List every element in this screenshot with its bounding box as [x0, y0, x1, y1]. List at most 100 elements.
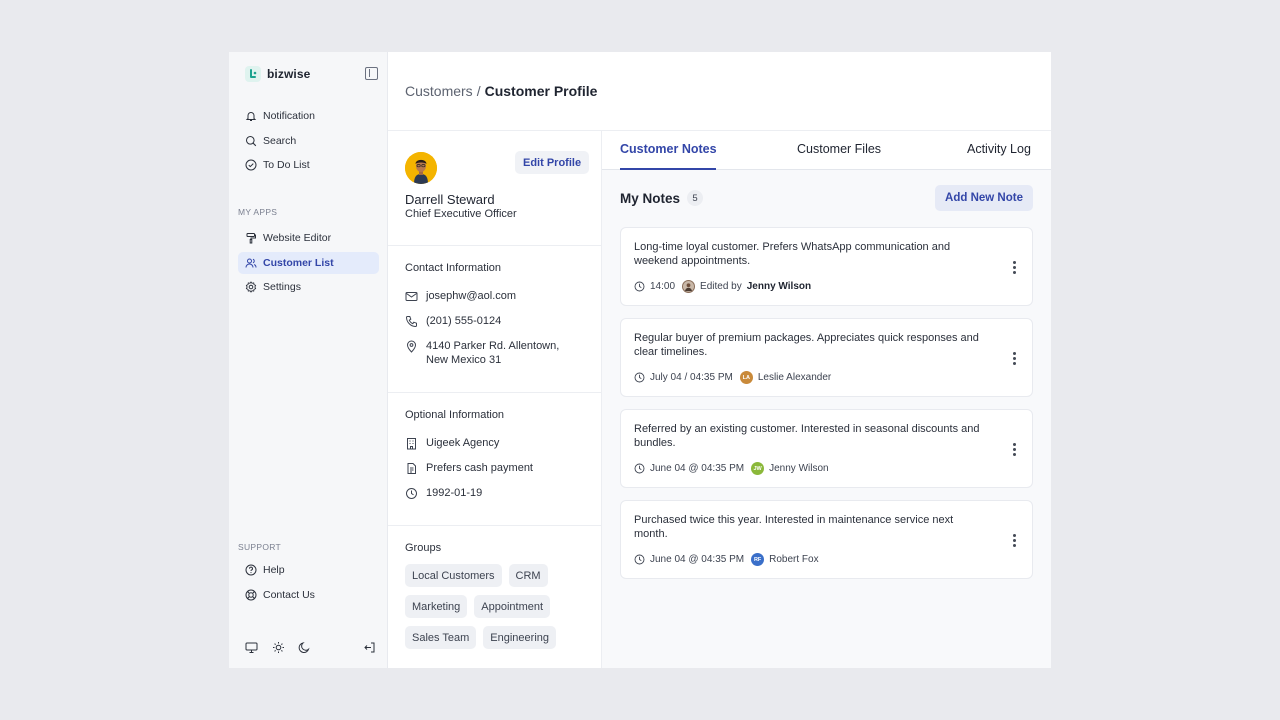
building-icon: [407, 438, 416, 450]
customer-name: Darrell Steward: [405, 192, 495, 207]
group-tag[interactable]: CRM: [508, 564, 548, 587]
notes-count-badge: 5: [687, 190, 704, 206]
group-tag[interactable]: Sales Team: [405, 626, 477, 649]
group-tag[interactable]: Appointment: [474, 595, 551, 618]
brand[interactable]: bizwise: [245, 66, 310, 82]
paint-roller-icon: [246, 233, 256, 244]
sidebar-item-website-editor[interactable]: Website Editor: [238, 227, 379, 249]
edit-profile-button[interactable]: Edit Profile: [515, 151, 590, 174]
avatar: [405, 152, 437, 184]
note-time: June 04 @ 04:35 PM: [650, 554, 745, 565]
address-row: 4140 Parker Rd. Allentown, New Mexico 31: [405, 339, 590, 367]
note-card: Referred by an existing customer. Intere…: [620, 409, 1033, 488]
theme-controls: [245, 641, 377, 655]
tab-activity-log[interactable]: Activity Log: [967, 142, 1031, 156]
sidebar-item-customer-list[interactable]: Customer List: [238, 251, 379, 274]
support-nav: Help Contact Us: [238, 559, 379, 608]
note-author: Leslie Alexander: [757, 372, 832, 383]
note-text: Referred by an existing customer. Intere…: [634, 423, 980, 449]
logout-icon[interactable]: [363, 641, 376, 654]
more-options-icon[interactable]: [1012, 443, 1016, 457]
profile-content: Edit Profile Darrell Steward Chief Execu…: [388, 131, 1051, 668]
moon-icon[interactable]: [298, 641, 311, 654]
divider: [388, 245, 602, 246]
sidebar-item-label: To Do List: [263, 159, 310, 172]
clock-icon: [634, 463, 645, 474]
clock-icon: [406, 488, 417, 499]
email-value: josephw@aol.com: [426, 290, 517, 302]
note-meta: 14:00 Edited by Jenny Wilson: [634, 280, 811, 293]
group-tag[interactable]: Local Customers: [405, 564, 502, 587]
note-time: July 04 / 04:35 PM: [650, 372, 733, 383]
avatar: JW: [751, 462, 765, 475]
tab-customer-notes[interactable]: Customer Notes: [620, 142, 717, 156]
apps-nav: Website Editor Customer List Settings: [238, 227, 379, 301]
more-options-icon[interactable]: [1012, 534, 1016, 548]
map-pin-icon: [406, 340, 417, 353]
sidebar-item-label: Website Editor: [263, 232, 332, 244]
birthday-row: 1992-01-19: [405, 486, 590, 500]
note-card: Purchased twice this year. Interested in…: [620, 500, 1033, 579]
tab-bar: Customer Notes Customer Files Activity L…: [602, 131, 1051, 170]
sidebar-item-label: Help: [263, 564, 285, 576]
group-tag[interactable]: Marketing: [405, 595, 468, 618]
notes-panel: Customer Notes Customer Files Activity L…: [602, 131, 1051, 668]
note-time: 14:00: [650, 281, 676, 292]
sidebar-item-notification[interactable]: Notification: [238, 105, 379, 127]
birthday-value: 1992-01-19: [426, 487, 483, 499]
note-author: Jenny Wilson: [769, 463, 829, 474]
sidebar-item-contact-us[interactable]: Contact Us: [238, 584, 379, 606]
support-heading: SUPPORT: [238, 542, 282, 552]
more-options-icon[interactable]: [1012, 261, 1016, 275]
sidebar-item-settings[interactable]: Settings: [238, 276, 379, 298]
note-author: Robert Fox: [769, 554, 819, 565]
divider: [388, 392, 602, 393]
sidebar-item-help[interactable]: Help: [238, 559, 379, 581]
company-value: Uigeek Agency: [426, 437, 500, 449]
sidebar-item-label: Search: [263, 134, 297, 147]
sidebar-item-search[interactable]: Search: [238, 130, 379, 152]
payment-value: Prefers cash payment: [426, 462, 533, 474]
tab-customer-files[interactable]: Customer Files: [797, 142, 881, 156]
main-content: Customers / Customer Profile Edit Profil…: [388, 52, 1051, 668]
avatar: [682, 280, 696, 293]
top-nav: Notification Search To Do List: [238, 105, 379, 179]
note-author: Jenny Wilson: [746, 281, 812, 292]
active-tab-indicator: [620, 168, 716, 170]
add-new-note-button[interactable]: Add New Note: [935, 185, 1033, 211]
notes-title: My Notes: [620, 190, 681, 206]
phone-row[interactable]: (201) 555-0124: [405, 314, 590, 328]
monitor-icon[interactable]: [245, 641, 258, 654]
search-icon: [246, 135, 257, 146]
users-icon: [245, 258, 257, 268]
group-tag[interactable]: Engineering: [483, 626, 556, 649]
breadcrumb-customers-link[interactable]: Customers: [405, 83, 473, 99]
sidebar-toggle-icon[interactable]: [365, 67, 378, 80]
help-circle-icon: [245, 564, 257, 576]
mail-icon: [405, 292, 418, 301]
brand-name: bizwise: [267, 67, 311, 81]
sidebar-item-label: Customer List: [263, 256, 334, 269]
clock-icon: [634, 281, 645, 292]
address-value: 4140 Parker Rd. Allentown, New Mexico 31: [426, 340, 560, 366]
note-meta: June 04 @ 04:35 PM RF Robert Fox: [634, 553, 819, 566]
phone-icon: [405, 316, 417, 328]
sidebar-item-todo[interactable]: To Do List: [238, 154, 379, 176]
bizwise-logo-icon: [245, 66, 261, 82]
more-options-icon[interactable]: [1012, 352, 1016, 366]
check-circle-icon: [245, 159, 257, 171]
note-card: Regular buyer of premium packages. Appre…: [620, 318, 1033, 397]
sidebar-item-label: Settings: [263, 281, 301, 294]
optional-info-heading: Optional Information: [405, 409, 505, 421]
sidebar: bizwise Notification Search To Do List M…: [229, 52, 388, 668]
groups-heading: Groups: [405, 542, 442, 554]
note-meta: June 04 @ 04:35 PM JW Jenny Wilson: [634, 462, 829, 475]
breadcrumb-separator: /: [476, 83, 481, 99]
email-row[interactable]: josephw@aol.com: [405, 289, 590, 303]
app-window: bizwise Notification Search To Do List M…: [229, 52, 1051, 668]
sun-icon[interactable]: [272, 641, 285, 654]
lifebuoy-icon: [245, 589, 257, 601]
clock-icon: [634, 372, 645, 383]
company-row: Uigeek Agency: [405, 436, 590, 450]
edited-by-label: Edited by: [700, 281, 742, 292]
